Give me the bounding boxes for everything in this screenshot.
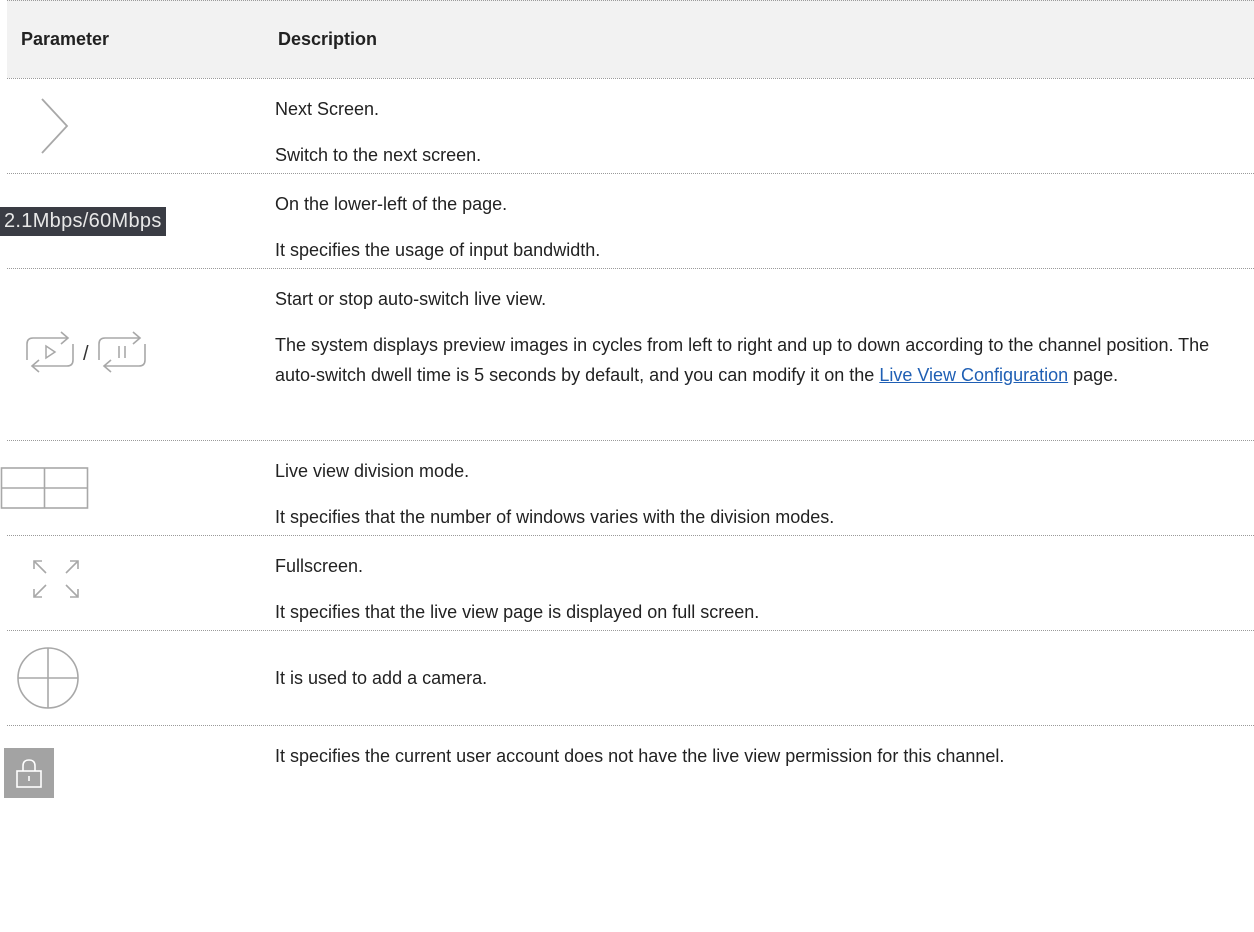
table-header: Parameter Description <box>7 0 1254 78</box>
table-row: / Start or stop auto-switch live view. T… <box>7 268 1254 440</box>
row-text: It is used to add a camera. <box>275 668 488 688</box>
table-row: It specifies the current user account do… <box>4 725 1254 820</box>
chevron-right-icon <box>29 79 284 173</box>
table-row: It is used to add a camera. <box>7 630 1254 725</box>
row-text: Switch to the next screen. <box>275 145 482 165</box>
header-parameter: Parameter <box>21 29 110 49</box>
add-camera-icon <box>13 631 268 725</box>
header-description: Description <box>278 29 378 49</box>
table-row: Live view division mode. It specifies th… <box>0 440 1254 535</box>
row-text: It specifies the current user account do… <box>275 746 1005 766</box>
row-text: It specifies that the number of windows … <box>275 507 835 527</box>
row-title: Next Screen. <box>275 99 380 119</box>
table-row: Next Screen. Switch to the next screen. <box>7 78 1254 173</box>
row-text: It specifies the usage of input bandwidt… <box>275 240 601 260</box>
row-title: On the lower-left of the page. <box>275 194 508 214</box>
icon-separator: / <box>83 343 89 365</box>
table-row: 2.1Mbps/60Mbps On the lower-left of the … <box>0 173 1254 268</box>
table-row: Fullscreen. It specifies that the live v… <box>7 535 1254 630</box>
auto-switch-pause-icon <box>93 330 151 379</box>
row-text: The system displays preview images in cy… <box>275 335 1210 385</box>
live-view-configuration-link[interactable]: Live View Configuration <box>879 365 1068 385</box>
bandwidth-indicator: 2.1Mbps/60Mbps <box>0 206 166 236</box>
auto-switch-play-icon <box>21 330 79 379</box>
parameter-table: Parameter Description Next Screen. Switc… <box>0 0 1254 820</box>
lock-icon <box>4 726 259 820</box>
row-text: It specifies that the live view page is … <box>275 602 760 622</box>
grid-division-icon <box>0 441 255 535</box>
row-title: Start or stop auto-switch live view. <box>275 289 547 309</box>
row-title: Live view division mode. <box>275 461 470 481</box>
row-title: Fullscreen. <box>275 556 364 576</box>
fullscreen-icon <box>28 536 283 630</box>
